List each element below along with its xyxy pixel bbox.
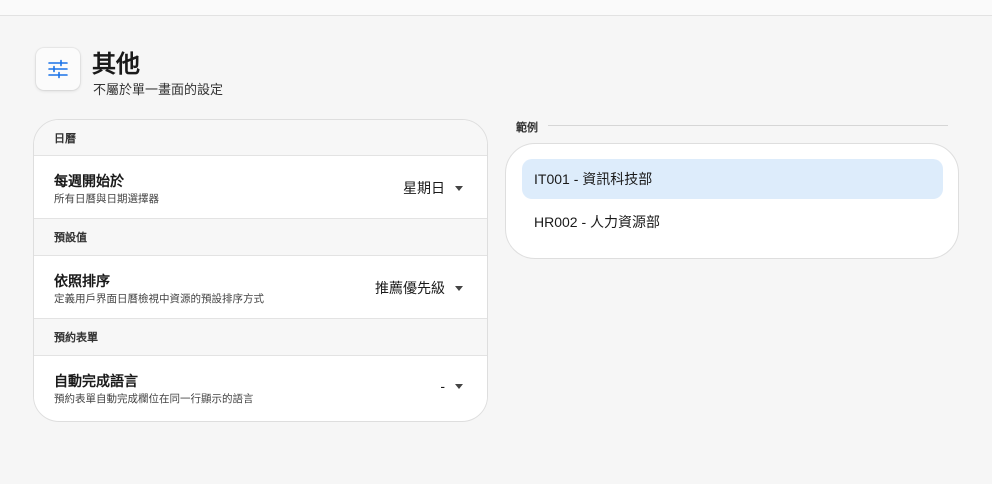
setting-description: 定義用戶界面日曆檢視中資源的預設排序方式 (54, 293, 264, 305)
setting-title: 自動完成語言 (54, 373, 138, 389)
week-start-select[interactable]: 星期日 (403, 178, 463, 198)
section-header-defaults: 預設值 (34, 218, 487, 256)
setting-row-week-start: 每週開始於 所有日曆與日期選擇器 星期日 (34, 156, 487, 218)
autocomplete-language-select[interactable]: - (440, 378, 463, 394)
section-header-booking-form: 預約表單 (34, 318, 487, 356)
setting-title: 每週開始於 (54, 173, 124, 189)
example-item[interactable]: IT001 - 資訊科技部 (522, 159, 943, 199)
page-subtitle: 不屬於單一畫面的設定 (93, 82, 224, 97)
example-card: IT001 - 資訊科技部 HR002 - 人力資源部 (505, 143, 959, 259)
setting-description: 所有日曆與日期選擇器 (54, 193, 159, 205)
top-bar (0, 0, 992, 16)
example-label: 範例 (516, 122, 538, 134)
settings-card: 日曆 每週開始於 所有日曆與日期選擇器 星期日 預設值 依照排序 定義用戶界面日… (33, 119, 488, 422)
setting-description: 預約表單自動完成欄位在同一行顯示的語言 (54, 393, 254, 405)
caret-down-icon (455, 383, 463, 389)
setting-title: 依照排序 (54, 273, 110, 289)
caret-down-icon (455, 285, 463, 291)
example-item-label: IT001 - 資訊科技部 (534, 171, 653, 187)
example-item-label: HR002 - 人力資源部 (534, 214, 661, 230)
select-value: 星期日 (403, 180, 445, 196)
caret-down-icon (455, 185, 463, 191)
sliders-icon (36, 48, 80, 90)
setting-row-autocomplete-language: 自動完成語言 預約表單自動完成欄位在同一行顯示的語言 - (34, 356, 487, 418)
page-title: 其他 (92, 51, 140, 78)
select-value: 推薦優先級 (375, 280, 445, 296)
sort-order-select[interactable]: 推薦優先級 (375, 278, 463, 298)
section-header-calendar: 日曆 (34, 120, 487, 156)
select-value: - (440, 378, 445, 394)
example-item[interactable]: HR002 - 人力資源部 (522, 202, 943, 242)
divider (548, 125, 948, 126)
setting-row-sort-order: 依照排序 定義用戶界面日曆檢視中資源的預設排序方式 推薦優先級 (34, 256, 487, 318)
